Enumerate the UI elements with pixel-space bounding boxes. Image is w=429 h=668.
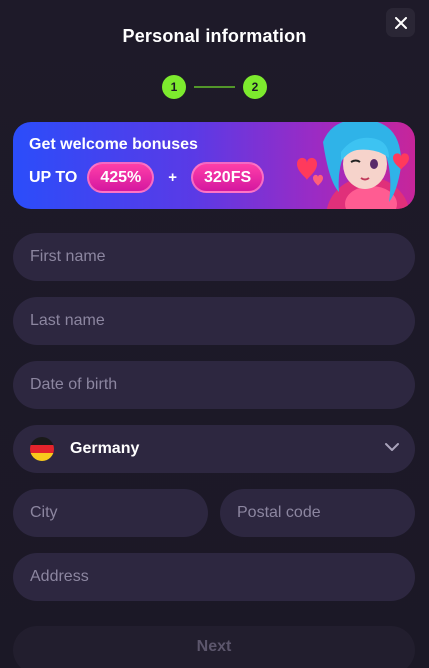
mascot-illustration [297,122,410,209]
first-name-placeholder: First name [30,248,106,265]
postal-code-input[interactable]: Postal code [220,489,415,537]
bonus-percent-badge: 425% [87,162,155,193]
banner-bonus-row: UP TO 425% + 320FS [29,162,265,193]
germany-flag-icon [30,437,54,461]
next-button[interactable]: Next [13,626,415,668]
country-select[interactable]: Germany [13,425,415,473]
banner-upto-label: UP TO [29,168,78,186]
chevron-down-icon [385,443,399,451]
last-name-input[interactable]: Last name [13,297,415,345]
last-name-placeholder: Last name [30,312,105,329]
first-name-input[interactable]: First name [13,233,415,281]
stepper: 1 2 [162,74,267,99]
plus-sign: + [168,169,177,186]
page-title: Personal information [122,26,307,46]
next-button-label: Next [196,638,232,655]
free-spins-badge: 320FS [191,162,265,193]
date-of-birth-input[interactable]: Date of birth [13,361,415,409]
personal-info-modal: Personal information 1 2 Get welcome bon… [0,0,429,668]
welcome-bonus-banner[interactable]: Get welcome bonuses UP TO 425% + 320FS [13,122,415,209]
postal-code-placeholder: Postal code [237,504,321,521]
country-value: Germany [70,440,140,457]
city-placeholder: City [30,504,58,521]
step-1: 1 [162,74,186,99]
address-input[interactable]: Address [13,553,415,601]
banner-title: Get welcome bonuses [29,136,198,153]
city-input[interactable]: City [13,489,208,537]
step-connector [194,85,235,88]
dob-placeholder: Date of birth [30,376,118,393]
address-placeholder: Address [30,568,89,585]
step-2: 2 [243,74,267,99]
